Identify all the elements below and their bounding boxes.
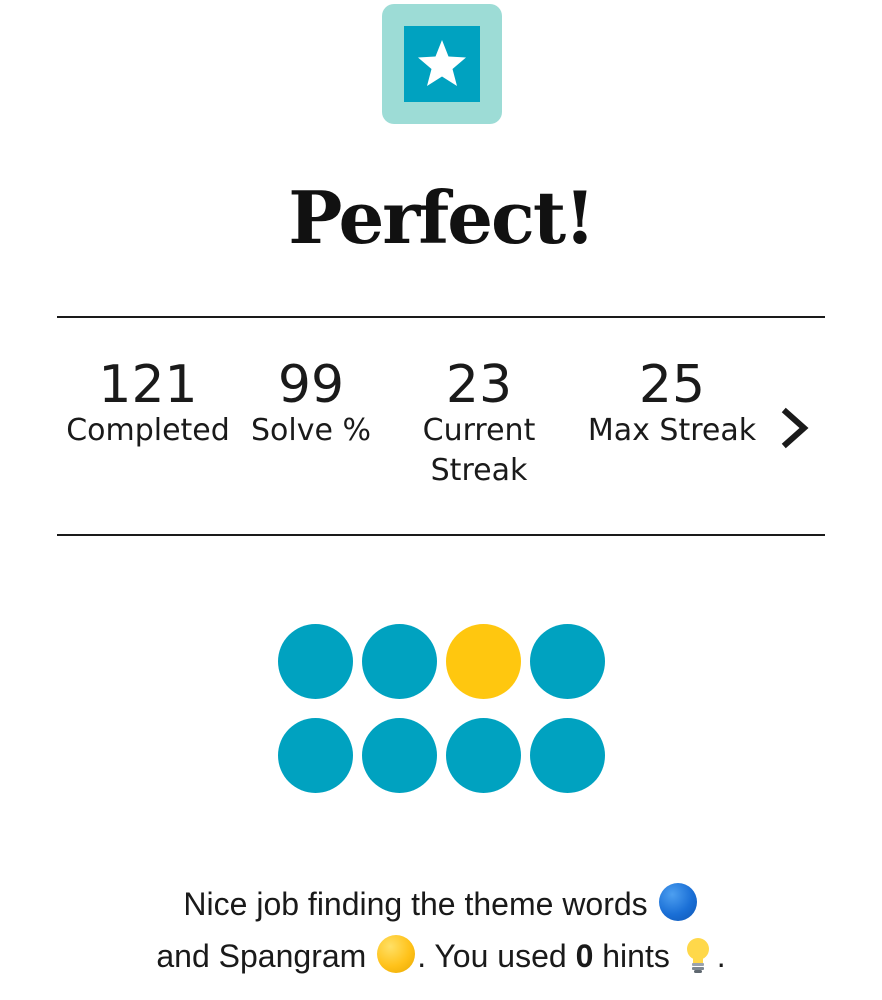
- stat-label: Current Streak: [422, 413, 536, 488]
- stats-top-divider: [57, 316, 825, 318]
- theme-word-dot: [530, 718, 605, 793]
- stat-label: Max Streak: [587, 413, 757, 448]
- theme-word-dot: [362, 718, 437, 793]
- theme-word-dot: [530, 624, 605, 699]
- message-line-1: Nice job finding the theme words: [0, 878, 882, 930]
- yellow-circle-icon: [377, 935, 416, 973]
- stat-value: 25: [638, 355, 706, 415]
- result-title: Perfect!: [288, 175, 595, 260]
- stat-value: 23: [445, 355, 513, 415]
- hints-count: 0: [575, 938, 594, 974]
- theme-word-dot: [278, 718, 353, 793]
- stat-max-streak: 25 Max Streak: [582, 355, 762, 451]
- stat-label: Completed: [66, 413, 230, 448]
- message-theme-text: Nice job finding the theme words: [183, 886, 648, 922]
- stat-value: 99: [277, 355, 345, 415]
- stat-current-streak: 23 Current Streak: [406, 355, 552, 491]
- stat-completed: 121 Completed: [62, 355, 234, 451]
- result-message: Nice job finding the theme words and Spa…: [0, 878, 882, 982]
- lightbulb-icon: [686, 938, 709, 973]
- message-line-2: and Spangram . You used 0 hints .: [0, 930, 882, 982]
- spangram-dot: [446, 624, 521, 699]
- message-spangram-text: and Spangram: [156, 938, 367, 974]
- next-stats-button[interactable]: [778, 404, 814, 452]
- badge-inner: [404, 26, 480, 102]
- theme-word-dot: [278, 624, 353, 699]
- theme-word-dot: [446, 718, 521, 793]
- star-icon: [418, 40, 466, 86]
- stats-bottom-divider: [57, 534, 825, 536]
- blue-circle-icon: [658, 883, 697, 921]
- stat-label: Solve %: [251, 413, 371, 448]
- word-progress-dots: [278, 624, 608, 796]
- result-badge: [382, 4, 502, 124]
- hints-word: hints: [602, 938, 670, 974]
- theme-word-dot: [362, 624, 437, 699]
- stat-solve-percent: 99 Solve %: [246, 355, 376, 451]
- chevron-right-icon: [781, 407, 809, 449]
- message-used-text: . You used: [417, 938, 567, 974]
- stat-value: 121: [98, 355, 198, 415]
- message-end-period: .: [716, 938, 726, 974]
